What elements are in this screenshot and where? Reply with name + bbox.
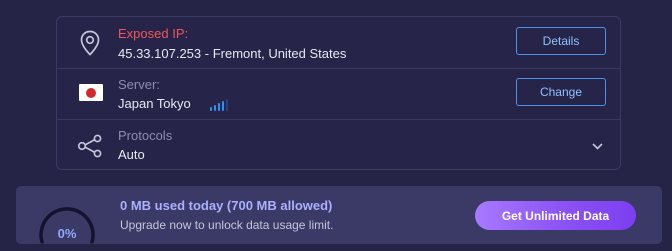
server-value: Japan Tokyo	[118, 96, 191, 111]
exposed-ip-row: Exposed IP: 45.33.107.253 - Fremont, Uni…	[57, 17, 620, 68]
japan-flag-sun	[86, 87, 96, 98]
data-usage-panel: 0% 0 MB used today (700 MB allowed) Upgr…	[16, 186, 662, 244]
get-unlimited-data-button[interactable]: Get Unlimited Data	[475, 201, 636, 230]
protocols-value: Auto	[118, 147, 145, 162]
server-label: Server:	[118, 77, 160, 92]
server-row: Server: Japan Tokyo Change	[57, 68, 620, 119]
protocols-row[interactable]: Protocols Auto	[57, 119, 620, 170]
usage-percent: 0%	[57, 226, 77, 241]
exposed-ip-value: 45.33.107.253 - Fremont, United States	[118, 46, 347, 61]
vpn-dashboard: Exposed IP: 45.33.107.253 - Fremont, Uni…	[0, 0, 672, 251]
location-pin-icon	[75, 28, 105, 58]
signal-bar	[226, 99, 228, 111]
signal-bar	[218, 103, 220, 111]
usage-title: 0 MB used today (700 MB allowed)	[120, 198, 333, 213]
connection-info-card: Exposed IP: 45.33.107.253 - Fremont, Uni…	[56, 16, 621, 170]
usage-gauge: 0%	[36, 196, 98, 248]
signal-bar	[214, 105, 216, 111]
chevron-down-icon[interactable]	[591, 140, 603, 152]
exposed-ip-label: Exposed IP:	[118, 26, 189, 41]
usage-subtitle: Upgrade now to unlock data usage limit.	[120, 218, 334, 232]
share-nodes-icon	[75, 131, 105, 161]
signal-strength-icon	[210, 98, 230, 111]
signal-bar	[222, 101, 224, 111]
protocols-label: Protocols	[118, 128, 173, 143]
signal-bar	[210, 107, 212, 111]
change-server-button[interactable]: Change	[516, 78, 606, 106]
japan-flag-icon	[79, 84, 103, 101]
details-button[interactable]: Details	[516, 27, 606, 55]
